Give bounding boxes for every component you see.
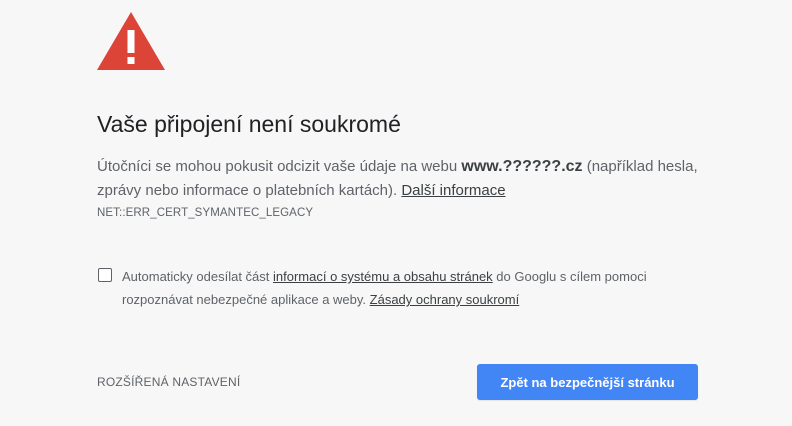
privacy-policy-link[interactable]: Zásady ochrany soukromí (370, 292, 520, 307)
back-to-safety-label: Zpět na bezpečnější stránku (500, 374, 675, 390)
report-checkbox[interactable] (98, 268, 112, 282)
error-code: NET::ERR_CERT_SYMANTEC_LEGACY (97, 207, 314, 219)
error-message: Útočníci se mohou pokusit odcizit vaše ú… (97, 155, 707, 203)
back-to-safety-button[interactable]: Zpět na bezpečnější stránku (477, 364, 698, 400)
site-domain: www.??????.cz (461, 158, 583, 175)
message-text-start: Útočníci se mohou pokusit odcizit vaše ú… (97, 158, 462, 175)
page-title: Vaše připojení není soukromé (97, 111, 401, 137)
report-text-start: Automaticky odesílat část (122, 269, 274, 284)
warning-triangle-icon (97, 12, 165, 70)
advanced-settings-button[interactable]: ROZŠÍŘENÁ NASTAVENÍ (97, 375, 240, 389)
report-label: Automaticky odesílat část informací o sy… (122, 265, 712, 311)
system-info-link[interactable]: informací o systému a obsahu stránek (273, 269, 493, 284)
learn-more-link[interactable]: Další informace (401, 182, 505, 199)
